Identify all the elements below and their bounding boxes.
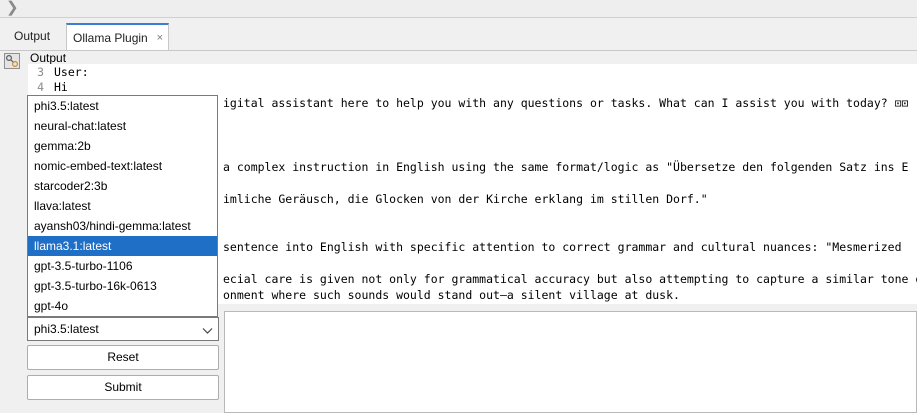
line-number: 4 (37, 80, 44, 94)
output-line: 4 Hi (28, 79, 68, 95)
close-icon[interactable]: × (157, 25, 163, 51)
tab-ollama-plugin-label: Ollama Plugin (73, 31, 148, 45)
output-line: ecial care is given not only for grammat… (223, 271, 917, 287)
dropdown-option[interactable]: nomic-embed-text:latest (28, 156, 217, 176)
output-line: sentence into English with specific atte… (223, 239, 902, 255)
output-label: Output (30, 51, 67, 65)
output-line: a complex instruction in English using t… (223, 159, 908, 175)
plugin-settings-icon[interactable] (4, 53, 20, 69)
line-number: 3 (37, 65, 44, 79)
dropdown-option[interactable]: neural-chat:latest (28, 116, 217, 136)
dropdown-option[interactable]: ayansh03/hindi-gemma:latest (28, 216, 217, 236)
dropdown-option[interactable]: llama3.1:latest (28, 236, 217, 256)
tab-ollama-plugin[interactable]: Ollama Plugin × (66, 23, 169, 50)
tab-strip: Output Ollama Plugin × (0, 18, 917, 51)
line-text: sentence into English with specific atte… (223, 240, 902, 254)
dropdown-option[interactable]: gemma:2b (28, 136, 217, 156)
chevron-down-icon (202, 324, 213, 338)
tab-output[interactable]: Output (6, 23, 68, 50)
line-text: imliche Geräusch, die Glocken von der Ki… (223, 192, 708, 206)
output-line: igital assistant here to help you with a… (223, 95, 908, 111)
model-select-value: phi3.5:latest (34, 322, 99, 336)
output-line: imliche Geräusch, die Glocken von der Ki… (223, 191, 708, 207)
model-select[interactable]: phi3.5:latest (27, 317, 219, 341)
dropdown-option[interactable]: gpt-3.5-turbo-16k-0613 (28, 276, 217, 296)
top-toolbar: ❯ (0, 0, 917, 18)
line-text: igital assistant here to help you with a… (223, 96, 909, 110)
dropdown-option[interactable]: gpt-4o (28, 296, 217, 316)
dropdown-option[interactable]: llava:latest (28, 196, 217, 216)
output-line: 3 User: (28, 64, 89, 80)
reset-button[interactable]: Reset (27, 345, 219, 370)
line-text: a complex instruction in English using t… (223, 160, 909, 174)
dropdown-option[interactable]: gpt-3.5-turbo-1106 (28, 256, 217, 276)
output-line: onment where such sounds would stand out… (223, 287, 680, 303)
chevron-right-icon[interactable]: ❯ (6, 0, 19, 16)
line-text: Hi (54, 80, 68, 94)
model-dropdown-list[interactable]: phi3.5:latest neural-chat:latest gemma:2b n… (27, 95, 218, 317)
line-text: User: (54, 65, 89, 79)
dropdown-option[interactable]: starcoder2:3b (28, 176, 217, 196)
left-toolbar (0, 51, 22, 413)
submit-button[interactable]: Submit (27, 375, 219, 400)
line-text: onment where such sounds would stand out… (223, 288, 680, 302)
line-text: ecial care is given not only for grammat… (223, 272, 917, 286)
dropdown-option[interactable]: phi3.5:latest (28, 96, 217, 116)
tab-output-label: Output (14, 29, 51, 43)
prompt-input[interactable] (224, 311, 917, 413)
